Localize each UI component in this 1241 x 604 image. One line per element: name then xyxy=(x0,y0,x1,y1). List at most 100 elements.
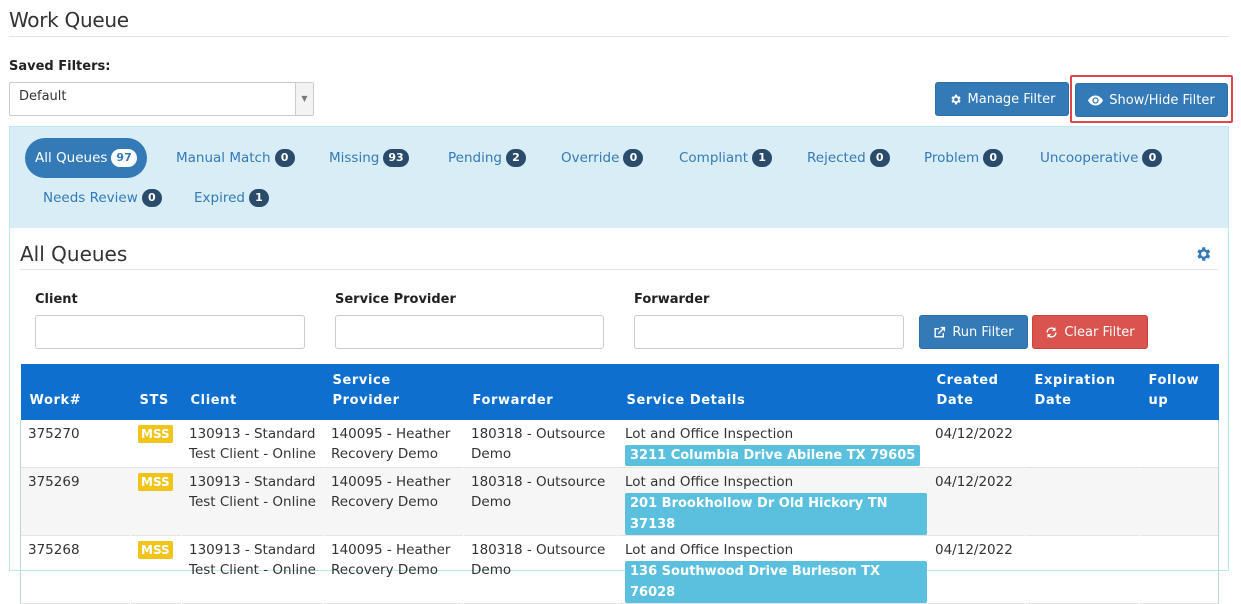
tab-label: Expired xyxy=(194,190,245,206)
service-details-cell: Lot and Office Inspection 201 Brookhollow… xyxy=(617,467,928,535)
status-badge: MSS xyxy=(138,540,173,559)
col-header-work[interactable]: Work# xyxy=(20,364,131,420)
saved-filters-selected-value: Default xyxy=(19,89,67,104)
count-badge: 0 xyxy=(141,189,162,207)
tab-label: Override xyxy=(561,150,620,166)
tab-pending[interactable]: Pending 2 xyxy=(438,138,536,178)
work-number-cell: 375268 xyxy=(20,535,131,603)
eye-icon xyxy=(1088,95,1104,105)
saved-filters-label: Saved Filters: xyxy=(9,59,111,74)
forwarder-cell: 180318 - Outsource Demo xyxy=(463,467,618,535)
count-badge: 0 xyxy=(983,149,1004,167)
show-hide-filter-label: Show/Hide Filter xyxy=(1109,92,1215,108)
provider-cell: 140095 - Heather Recovery Demo xyxy=(331,426,451,462)
service-provider-filter-label: Service Provider xyxy=(335,292,456,307)
tab-expired[interactable]: Expired 1 xyxy=(184,178,279,218)
col-header-expiration-date[interactable]: Expiration Date xyxy=(1025,364,1140,420)
created-date-cell: 04/12/2022 xyxy=(935,541,1013,558)
expiration-date-cell xyxy=(1025,467,1140,535)
provider-cell: 140095 - Heather Recovery Demo xyxy=(323,467,464,535)
chevron-down-icon: ▼ xyxy=(295,83,313,115)
table-header-row: Work# STS Client Service Provider Forward… xyxy=(20,364,1219,420)
col-header-sts[interactable]: STS xyxy=(130,364,182,420)
tab-label: Pending xyxy=(448,150,502,166)
tab-label: Uncooperative xyxy=(1040,150,1139,166)
follow-up-cell xyxy=(1139,467,1219,535)
address-badge: 136 Southwood Drive Burleson TX 76028 xyxy=(625,560,927,603)
tab-label: Problem xyxy=(924,150,980,166)
created-date-cell: 04/12/2022 xyxy=(935,426,1013,442)
service-details-cell: Lot and Office Inspection 3211 Columbia D… xyxy=(618,420,928,467)
col-header-created-date[interactable]: Created Date xyxy=(927,364,1026,420)
col-header-service-provider[interactable]: Service Provider xyxy=(323,364,464,420)
section-title: All Queues xyxy=(20,242,128,266)
created-date-cell: 04/12/2022 xyxy=(927,467,1026,535)
work-queue-table-wrapper: Work# STS Client Service Provider Forward… xyxy=(20,364,1219,604)
col-header-service-details[interactable]: Service Details xyxy=(617,364,928,420)
tab-all-queues[interactable]: All Queues 97 xyxy=(25,138,147,178)
table-row[interactable]: 375270 MSS 130913 - Standard Test Client … xyxy=(20,420,1219,467)
clear-filter-button[interactable]: Clear Filter xyxy=(1032,315,1148,349)
forwarder-cell: 180318 - Outsource Demo xyxy=(471,426,606,462)
count-badge: 1 xyxy=(248,189,269,207)
count-badge: 0 xyxy=(623,149,644,167)
run-filter-label: Run Filter xyxy=(952,324,1014,340)
gear-icon xyxy=(950,94,961,104)
tab-problem[interactable]: Problem 0 xyxy=(914,138,1013,178)
service-details-cell: Lot and Office Inspection 136 Southwood D… xyxy=(618,535,928,603)
tab-label: Needs Review xyxy=(43,190,138,206)
address-badge: 201 Brookhollow Dr Old Hickory TN 37138 xyxy=(625,492,927,535)
col-header-follow-up[interactable]: Follow up xyxy=(1139,364,1219,420)
count-badge: 0 xyxy=(1142,149,1163,167)
status-badge: MSS xyxy=(138,472,173,491)
tab-label: Manual Match xyxy=(176,150,271,166)
service-provider-filter-input[interactable] xyxy=(335,315,604,349)
forwarder-filter-input[interactable] xyxy=(634,315,904,349)
count-badge: 2 xyxy=(505,149,526,167)
client-cell: 130913 - Standard Test Client - Online xyxy=(189,426,316,462)
count-badge: 97 xyxy=(111,149,137,167)
manage-filter-label: Manage Filter xyxy=(967,91,1056,107)
expiration-date-cell xyxy=(1026,420,1140,467)
manage-filter-button[interactable]: Manage Filter xyxy=(935,82,1069,116)
saved-filters-select[interactable]: Default ▼ xyxy=(9,82,314,116)
clear-filter-label: Clear Filter xyxy=(1064,324,1135,340)
show-hide-filter-button[interactable]: Show/Hide Filter xyxy=(1075,83,1228,117)
client-cell: 130913 - Standard Test Client - Online xyxy=(189,541,316,578)
tab-manual-match[interactable]: Manual Match 0 xyxy=(166,138,305,178)
section-divider xyxy=(20,269,1218,270)
work-queue-table: Work# STS Client Service Provider Forward… xyxy=(20,364,1219,604)
provider-cell: 140095 - Heather Recovery Demo xyxy=(331,541,451,578)
gear-icon[interactable] xyxy=(1194,245,1212,263)
count-badge: 93 xyxy=(383,149,409,167)
tab-uncooperative[interactable]: Uncooperative 0 xyxy=(1030,138,1172,178)
col-header-client[interactable]: Client xyxy=(181,364,324,420)
tab-label: Missing xyxy=(329,150,380,166)
forwarder-cell: 180318 - Outsource Demo xyxy=(471,541,606,578)
tab-override[interactable]: Override 0 xyxy=(551,138,653,178)
tab-label: Compliant xyxy=(679,150,749,166)
expiration-date-cell xyxy=(1026,535,1140,603)
tab-label: All Queues xyxy=(35,150,108,166)
run-filter-button[interactable]: Run Filter xyxy=(919,315,1028,349)
refresh-icon xyxy=(1046,326,1057,338)
follow-up-cell xyxy=(1139,420,1219,467)
table-row[interactable]: 375269 MSS 130913 - Standard Test Client … xyxy=(20,467,1219,535)
title-divider xyxy=(9,36,1229,37)
count-badge: 1 xyxy=(752,149,773,167)
tab-needs-review[interactable]: Needs Review 0 xyxy=(33,178,172,218)
work-number-cell: 375269 xyxy=(20,467,131,535)
table-row[interactable]: 375268 MSS 130913 - Standard Test Client … xyxy=(20,535,1219,603)
queue-tabs-panel: All Queues 97 Manual Match 0 Missing 93 … xyxy=(9,126,1229,229)
tab-missing[interactable]: Missing 93 xyxy=(319,138,419,178)
tab-compliant[interactable]: Compliant 1 xyxy=(669,138,782,178)
tab-rejected[interactable]: Rejected 0 xyxy=(797,138,900,178)
col-header-forwarder[interactable]: Forwarder xyxy=(463,364,618,420)
tab-label: Rejected xyxy=(807,150,866,166)
client-cell: 130913 - Standard Test Client - Online xyxy=(181,467,324,535)
client-filter-label: Client xyxy=(35,292,78,307)
count-badge: 0 xyxy=(869,149,890,167)
client-filter-input[interactable] xyxy=(35,315,305,349)
work-number-cell: 375270 xyxy=(20,420,131,467)
forwarder-filter-label: Forwarder xyxy=(634,292,710,307)
